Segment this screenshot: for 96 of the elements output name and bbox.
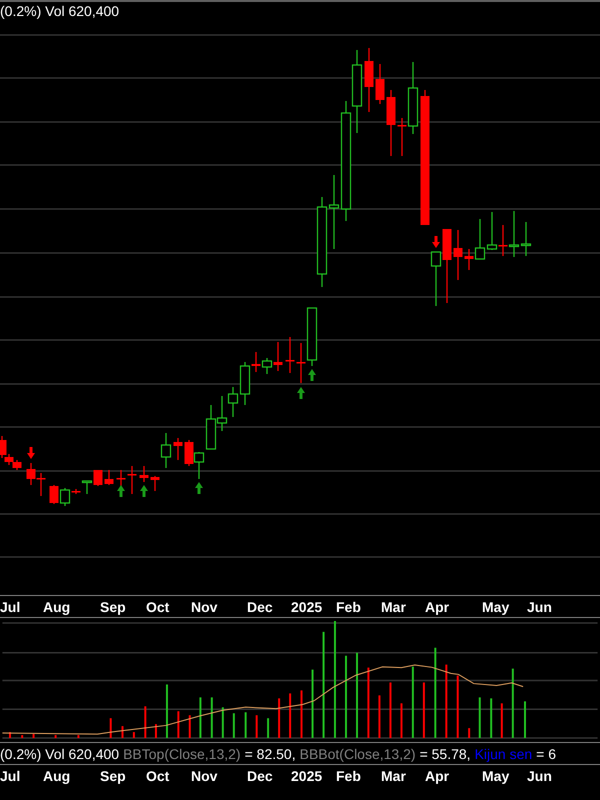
volume-bar [289,693,292,738]
volume-bar [422,682,425,738]
volume-bar [300,690,303,738]
legend-text: BBBot(Close,13,2) [300,746,416,762]
month-label: May [482,599,510,615]
candlestick [216,396,228,431]
volume-bar [210,697,213,738]
legend-text: = 6 [536,746,556,762]
candlestick [94,470,102,486]
legend-text: (0.2%) Vol 620,400 [0,746,120,762]
volume-bar [177,711,180,738]
legend-text: = 55.78, [420,746,471,762]
volume-bar [21,735,24,738]
volume-bar [154,724,157,738]
month-label: Nov [191,768,218,784]
month-label: Dec [247,768,273,784]
month-label: Aug [43,768,70,784]
volume-bar [199,697,202,738]
month-label: 2025 [291,768,322,784]
candlestick [12,460,22,470]
candlestick [104,470,114,485]
month-label: Feb [336,768,361,784]
candlestick [486,212,498,250]
candlestick [36,473,46,496]
month-label: Apr [425,599,450,615]
volume-bar [32,734,35,738]
legend-text: BBTop(Close,13,2) [123,746,241,762]
volume-bar [512,668,514,738]
candlestick [50,485,58,504]
volume-bar [367,668,370,738]
volume-bar [500,703,503,738]
volume-bar [244,712,247,738]
month-label: Sep [100,768,126,784]
volume-bar [278,698,280,738]
volume-bar [478,697,481,738]
candlestick [194,452,204,479]
candlestick [150,476,160,491]
month-label: Oct [146,768,170,784]
volume-bar [389,682,392,738]
volume-bar [456,676,459,738]
candlestick [206,405,216,450]
month-label: Jun [527,768,552,784]
candlestick [140,466,148,482]
month-label: Feb [336,599,361,615]
down-arrow-icon [432,236,440,248]
candlestick [26,463,36,485]
volume-bar [400,703,402,738]
month-label: Apr [425,768,450,784]
volume-bar [144,706,146,738]
volume-bar [232,713,235,738]
volume-bar [490,698,492,738]
legend-text: = 82.50, [244,746,296,762]
month-label: May [482,768,510,784]
legend-text: Kijun sen [474,746,532,762]
volume-bar [256,715,258,738]
up-arrow-icon [308,369,316,381]
volume-bar [132,732,135,738]
up-arrow-icon [297,387,305,399]
month-label: Mar [381,599,406,615]
month-label: Jul [0,768,20,784]
month-label: Sep [100,599,126,615]
up-arrow-icon [140,485,148,497]
candlestick [430,251,442,306]
candlestick [376,64,384,104]
volume-bar [166,684,168,738]
price-change-volume-text: (0.2%) Vol 620,400 [0,3,120,19]
candlestick [364,48,374,112]
candlestick [184,440,194,466]
volume-bar [267,718,270,738]
candlestick [386,90,396,156]
volume-bar [312,670,314,738]
volume-bar [412,666,414,738]
candlestick [160,433,172,468]
month-label: Jul [0,599,20,615]
volume-bar [54,735,57,738]
month-label: Nov [191,599,218,615]
candlestick [520,222,532,256]
month-label: Jun [527,599,552,615]
month-label: Dec [247,599,273,615]
volume-bar [110,718,112,738]
month-label: Aug [43,599,70,615]
volume-bar [188,715,191,738]
volume-bar [77,735,80,738]
volume-bar [378,695,380,738]
down-arrow-icon [27,447,35,459]
up-arrow-icon [195,482,203,494]
month-label: 2025 [291,599,322,615]
month-label: Mar [381,768,406,784]
candlestick [286,337,294,373]
up-arrow-icon [117,485,125,497]
candlestick [454,230,462,280]
month-label: Oct [146,599,170,615]
volume-bar [468,728,470,738]
candlestick [128,466,136,494]
volume-bar [222,707,224,738]
candlestick [174,438,182,460]
